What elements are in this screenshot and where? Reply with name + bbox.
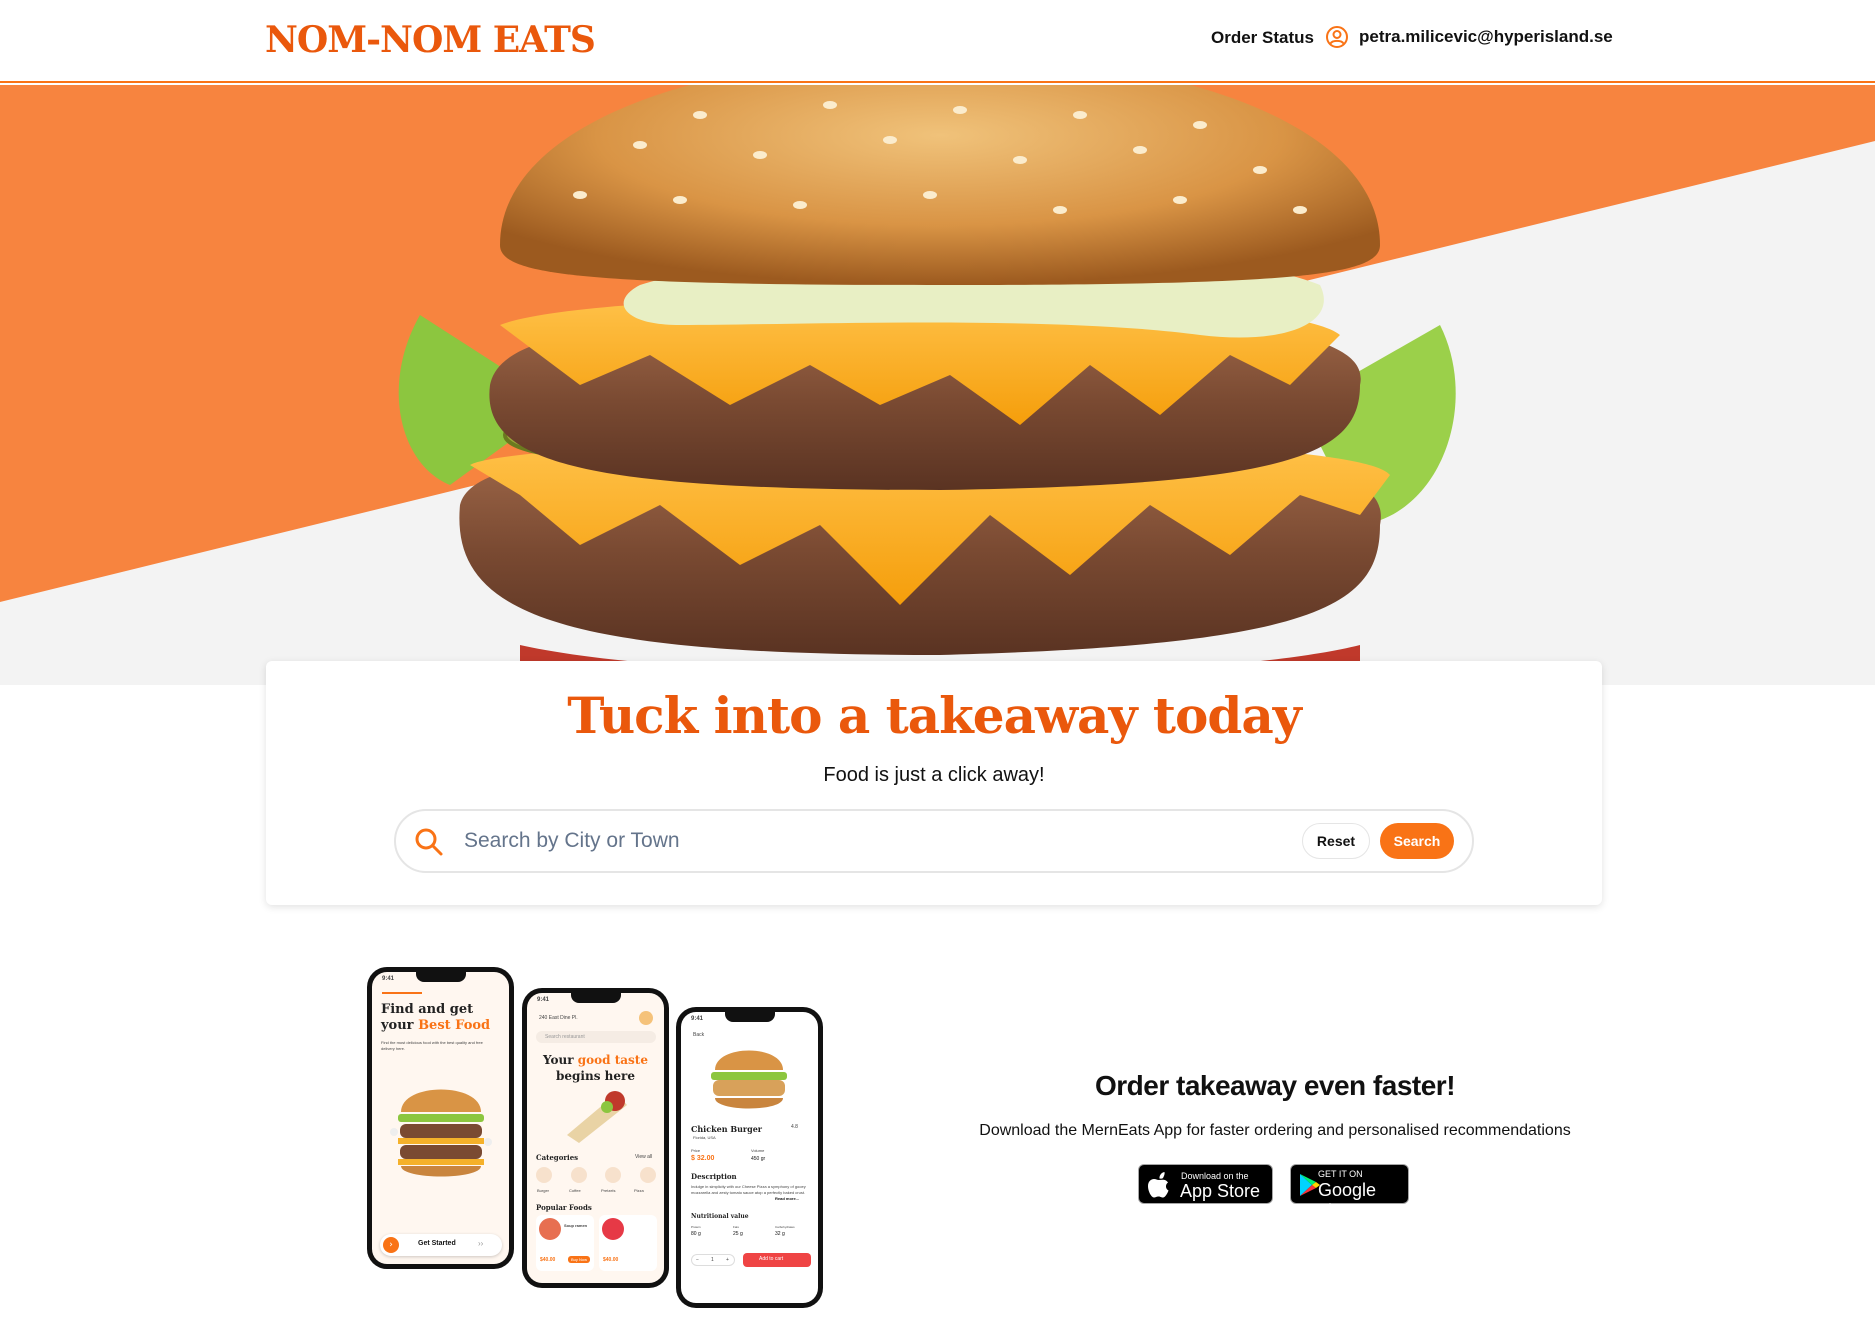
phone3-add-to-cart: Add to cart <box>743 1253 811 1267</box>
phone2-buy-now: Buy Now <box>568 1256 591 1263</box>
phone3-nutrition-2-value: 32 g <box>775 1231 785 1237</box>
phone3-nutrition-1-value: 25 g <box>733 1231 743 1237</box>
phone2-cat-0: Burger <box>537 1188 550 1193</box>
city-search-bar: Reset Search <box>394 809 1474 873</box>
phone2-item1-name: Soup ramen <box>564 1223 588 1228</box>
search-button[interactable]: Search <box>1380 823 1454 859</box>
app-promo-subtitle: Download the MernEats App for faster ord… <box>979 1122 1571 1139</box>
phone2-location: 240 East Dine Pl. <box>539 1015 578 1021</box>
phone2-cat-1: Coffee <box>569 1188 581 1193</box>
user-menu[interactable]: petra.milicevic@hyperisland.se <box>1325 25 1613 49</box>
phone-mockup-3: 9:41 Back Chicken Burger 4.8 Florida, US… <box>676 1007 823 1308</box>
phone3-rating: 4.8 <box>791 1124 798 1130</box>
phone1-cta-label: Get Started <box>418 1240 456 1247</box>
phone3-nutrition-0-value: 80 g <box>691 1231 701 1237</box>
app-store-big-label: App Store <box>1180 1181 1261 1201</box>
phone2-categories-label: Categories <box>536 1153 579 1162</box>
phone3-volume-label: Volume <box>751 1148 765 1153</box>
phone3-quantity: 1 <box>711 1257 714 1263</box>
app-promo-title: Order takeaway even faster! <box>1094 1070 1456 1101</box>
wrap-illustration <box>567 1091 627 1143</box>
user-email: petra.milicevic@hyperisland.se <box>1359 27 1613 46</box>
phone3-price-label: Price <box>691 1148 701 1153</box>
search-card: Tuck into a takeaway today Food is just … <box>266 661 1602 905</box>
phone2-headline-line2: begins here <box>556 1069 635 1083</box>
google-play-big-label: Google play <box>1318 1180 1377 1221</box>
phone2-item1-price: $40.00 <box>540 1257 556 1263</box>
phone2-headline-accent: good taste <box>577 1053 648 1067</box>
phone2-cat-3: Pizza <box>634 1188 644 1193</box>
phone1-blurb: Find the most delicious food with the be… <box>381 1040 483 1051</box>
phone3-nutrition-0-label: Protein <box>691 1225 701 1229</box>
phone3-nutrition-1-label: Fats <box>733 1225 739 1229</box>
reset-button[interactable]: Reset <box>1302 823 1370 859</box>
search-icon <box>415 828 443 856</box>
phone3-quantity-stepper: − 1 + <box>691 1254 735 1266</box>
phone2-headline-prefix: Your <box>543 1053 574 1067</box>
phone1-title-line1: Find and get <box>381 1002 474 1017</box>
app-store-small-label: Download on the <box>1181 1171 1249 1181</box>
city-search-input[interactable] <box>464 821 1264 861</box>
phone3-volume: 450 gr <box>751 1156 766 1162</box>
phone3-back: Back <box>693 1032 705 1038</box>
phone1-time: 9:41 <box>382 976 395 982</box>
phone3-location: Florida, USA <box>693 1135 716 1140</box>
phone1-get-started: › Get Started ›› <box>380 1234 502 1256</box>
phone2-item2-price: $40.00 <box>603 1257 619 1263</box>
phone-mockup-1: 9:41 Find and get your Best Food Find th… <box>367 967 514 1269</box>
apple-icon <box>1148 1172 1169 1198</box>
phone2-cat-2: Pretzels <box>601 1188 616 1193</box>
google-play-badge[interactable]: GET IT ON Google play <box>1290 1164 1409 1221</box>
phone3-description: Indulge in simplicity with our Cheese Pi… <box>691 1184 806 1195</box>
phone3-read-more: Read more... <box>775 1196 800 1201</box>
phone1-title-accent: Best Food <box>418 1018 491 1033</box>
app-store-badge[interactable]: Download on the App Store <box>1138 1164 1273 1204</box>
phone3-nutrition-2-label: Carbohydrates <box>775 1225 795 1229</box>
phone2-time: 9:41 <box>537 997 550 1003</box>
burger-illustration <box>390 1089 492 1177</box>
hero-image <box>0 85 1875 685</box>
phone-mockup-2: 9:41 240 East Dine Pl. Search restaurant… <box>522 988 669 1288</box>
phone1-title-prefix: your <box>381 1018 414 1033</box>
site-logo[interactable]: NOM-NOM EATS <box>265 19 596 61</box>
hero-subtitle: Food is just a click away! <box>823 764 1045 786</box>
phone3-nutrition-label: Nutritional value <box>691 1213 749 1220</box>
phone3-description-label: Description <box>691 1172 737 1181</box>
phone3-item-name: Chicken Burger <box>691 1124 763 1134</box>
hero-banner <box>0 85 1875 685</box>
phone2-popular-label: Popular Foods <box>536 1203 592 1212</box>
chicken-burger-illustration <box>711 1050 787 1109</box>
phone3-time: 9:41 <box>691 1016 704 1022</box>
phone2-search: Search restaurant <box>545 1034 585 1040</box>
hero-title: Tuck into a takeaway today <box>567 686 1302 745</box>
top-nav-bar: NOM-NOM EATS Order Status petra.milicevi… <box>0 0 1875 83</box>
phone3-add-to-cart-label: Add to cart <box>759 1256 784 1262</box>
phone2-avatar <box>639 1011 653 1025</box>
google-play-small-label: GET IT ON <box>1318 1169 1363 1179</box>
order-status-link[interactable]: Order Status <box>1211 28 1314 48</box>
phone3-price: $ 32.00 <box>691 1155 715 1162</box>
phone2-view-all: View all <box>635 1154 653 1160</box>
user-circle-icon <box>1326 26 1348 48</box>
